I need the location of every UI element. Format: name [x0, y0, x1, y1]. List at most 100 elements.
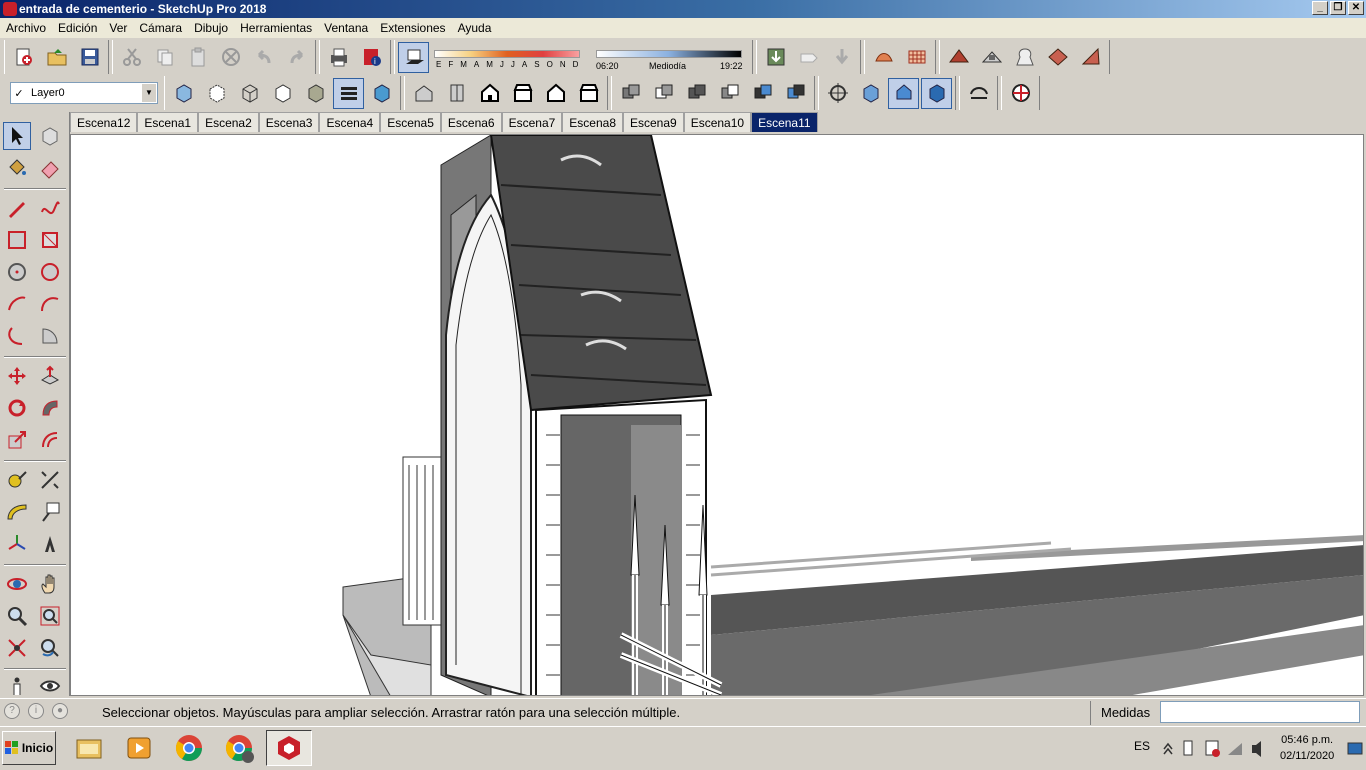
- zoom-window-button[interactable]: [36, 602, 64, 630]
- xray-button[interactable]: [168, 78, 199, 109]
- sandbox-contours-button[interactable]: [868, 42, 899, 73]
- push-pull-button[interactable]: [36, 362, 64, 390]
- new-file-button[interactable]: [8, 42, 39, 73]
- display-section-fill-button[interactable]: [921, 77, 952, 109]
- restore-button[interactable]: ❐: [1330, 1, 1346, 15]
- orbit-tool-button[interactable]: [3, 570, 31, 598]
- two-point-arc-button[interactable]: [36, 290, 64, 318]
- polygon-tool-button[interactable]: [36, 258, 64, 286]
- subtract-button[interactable]: [714, 78, 745, 109]
- component-tool-button[interactable]: [36, 122, 64, 150]
- paint-bucket-button[interactable]: [3, 154, 31, 182]
- smoove-button[interactable]: [943, 42, 974, 73]
- layer-dropdown[interactable]: ✓ Layer0 ▼: [10, 82, 158, 104]
- iso-view-button[interactable]: [408, 78, 439, 109]
- menu-camara[interactable]: Cámara: [133, 21, 188, 35]
- offset-tool-button[interactable]: [36, 426, 64, 454]
- menu-herramientas[interactable]: Herramientas: [234, 21, 318, 35]
- select-tool-button[interactable]: [3, 122, 31, 150]
- menu-ventana[interactable]: Ventana: [318, 21, 374, 35]
- input-language[interactable]: ES: [1134, 739, 1150, 753]
- close-button[interactable]: ✕: [1348, 1, 1364, 15]
- arc-tool-button[interactable]: [963, 78, 994, 109]
- user-account-icon[interactable]: ●: [52, 703, 68, 719]
- arc-tool-button[interactable]: [3, 290, 31, 318]
- trim-button[interactable]: [747, 78, 778, 109]
- flip-edge-button[interactable]: [1075, 42, 1106, 73]
- menu-ver[interactable]: Ver: [103, 21, 133, 35]
- 3d-text-button[interactable]: [36, 530, 64, 558]
- paste-button[interactable]: [182, 42, 213, 73]
- tab-escena10[interactable]: Escena10: [683, 112, 752, 132]
- back-edges-button[interactable]: [201, 78, 232, 109]
- split-button[interactable]: [780, 78, 811, 109]
- geo-location-button[interactable]: [1005, 78, 1036, 109]
- chrome-profile-taskbar-button[interactable]: [216, 730, 262, 766]
- save-button[interactable]: [74, 42, 105, 73]
- minimize-button[interactable]: _: [1312, 1, 1328, 15]
- pie-tool-button[interactable]: [36, 322, 64, 350]
- back-view-button[interactable]: [540, 78, 571, 109]
- stamp-button[interactable]: [976, 42, 1007, 73]
- sandbox-scratch-button[interactable]: [901, 42, 932, 73]
- right-view-button[interactable]: [507, 78, 538, 109]
- drape-button[interactable]: [1009, 42, 1040, 73]
- monochrome-button[interactable]: [366, 78, 397, 109]
- outer-shell-button[interactable]: [615, 78, 646, 109]
- dimension-tool-button[interactable]: [36, 466, 64, 494]
- tab-escena6[interactable]: Escena6: [440, 112, 502, 132]
- shaded-button[interactable]: [300, 78, 331, 109]
- zoom-extents-button[interactable]: [3, 634, 31, 662]
- erase-button[interactable]: [215, 42, 246, 73]
- look-around-button[interactable]: [36, 672, 64, 700]
- open-file-button[interactable]: [41, 42, 72, 73]
- wireframe-button[interactable]: [234, 78, 265, 109]
- geolocation-status-icon[interactable]: ?: [4, 703, 20, 719]
- tab-escena2[interactable]: Escena2: [198, 112, 259, 132]
- undo-button[interactable]: [248, 42, 279, 73]
- media-player-taskbar-button[interactable]: [116, 730, 162, 766]
- tab-escena3[interactable]: Escena3: [258, 112, 320, 132]
- volume-icon[interactable]: [1252, 741, 1261, 757]
- intersect-button[interactable]: [648, 78, 679, 109]
- hidden-line-button[interactable]: [267, 78, 298, 109]
- extension-warehouse-button[interactable]: [826, 42, 857, 73]
- tab-escena5[interactable]: Escena5: [380, 112, 441, 132]
- redo-button[interactable]: [281, 42, 312, 73]
- pan-tool-button[interactable]: [36, 570, 64, 598]
- three-point-arc-button[interactable]: [3, 322, 31, 350]
- rotated-rectangle-button[interactable]: [36, 226, 64, 254]
- show-hidden-icons-icon[interactable]: [1163, 742, 1173, 755]
- eraser-tool-button[interactable]: [36, 154, 64, 182]
- menu-edicion[interactable]: Edición: [52, 21, 103, 35]
- battery-icon[interactable]: [1183, 740, 1193, 756]
- show-desktop-icon[interactable]: [1347, 742, 1363, 755]
- line-tool-button[interactable]: [3, 194, 31, 222]
- freehand-tool-button[interactable]: [36, 194, 64, 222]
- shadows-toggle-button[interactable]: [398, 41, 429, 73]
- follow-me-button[interactable]: [36, 394, 64, 422]
- shaded-textures-button[interactable]: [333, 77, 364, 109]
- tab-escena4[interactable]: Escena4: [319, 112, 381, 132]
- rectangle-tool-button[interactable]: [3, 226, 31, 254]
- cut-button[interactable]: [116, 42, 147, 73]
- chevron-down-icon[interactable]: ▼: [142, 84, 156, 102]
- menu-dibujo[interactable]: Dibujo: [188, 21, 234, 35]
- union-button[interactable]: [681, 78, 712, 109]
- scale-tool-button[interactable]: [3, 426, 31, 454]
- explorer-taskbar-button[interactable]: [66, 730, 112, 766]
- tab-escena11[interactable]: Escena11: [751, 112, 818, 132]
- rotate-tool-button[interactable]: [3, 394, 31, 422]
- zoom-tool-button[interactable]: [3, 602, 31, 630]
- tape-measure-button[interactable]: [3, 466, 31, 494]
- front-view-button[interactable]: [474, 78, 505, 109]
- sketchup-app-icon[interactable]: [3, 2, 17, 16]
- system-clock[interactable]: 05:46 p.m. 02/11/2020: [1280, 732, 1334, 764]
- tab-escena7[interactable]: Escena7: [501, 112, 563, 132]
- network-signal-icon[interactable]: [1228, 743, 1242, 755]
- model-info-button[interactable]: i: [356, 42, 387, 73]
- tab-escena12[interactable]: Escena12: [70, 112, 138, 132]
- tab-escena8[interactable]: Escena8: [562, 112, 623, 132]
- display-section-planes-button[interactable]: [855, 78, 886, 109]
- display-section-cuts-button[interactable]: [888, 77, 919, 109]
